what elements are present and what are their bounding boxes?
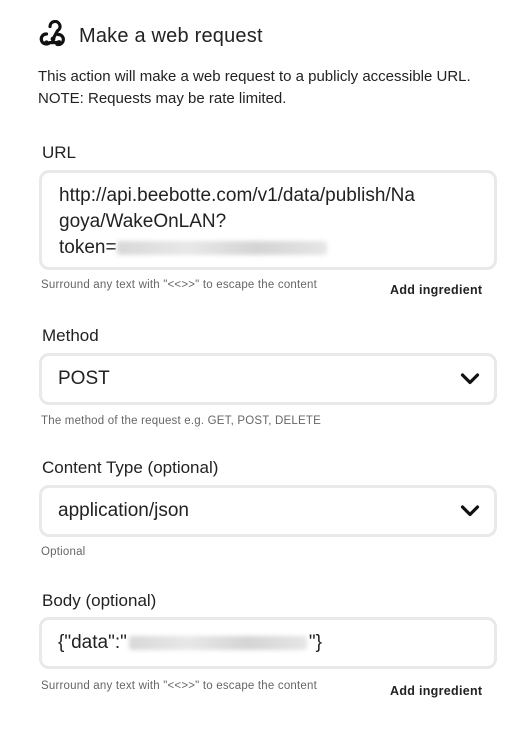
body-helper-text: Surround any text with "<<>>" to escape … — [41, 680, 318, 692]
url-add-ingredient-button[interactable]: Add ingredient — [390, 283, 482, 297]
action-description: This action will make a web request to a… — [38, 66, 508, 110]
content-type-helper-text: Optional — [41, 546, 86, 558]
url-value-line-1: http://api.beebotte.com/v1/data/publish/… — [59, 185, 415, 206]
method-helper-text: The method of the request e.g. GET, POST… — [41, 415, 321, 427]
body-value-suffix: "} — [308, 632, 322, 653]
url-value-line-3: token= — [59, 235, 478, 261]
method-select[interactable]: POST — [39, 353, 497, 405]
redacted-token — [116, 240, 327, 255]
body-input[interactable]: {"data":" "} — [39, 617, 497, 669]
url-token-prefix: token= — [59, 237, 117, 258]
chevron-down-icon — [460, 373, 480, 385]
body-label: Body (optional) — [42, 591, 157, 610]
content-type-selected-value: application/json — [58, 500, 189, 521]
url-input[interactable]: http://api.beebotte.com/v1/data/publish/… — [39, 170, 497, 270]
chevron-down-icon — [460, 505, 480, 517]
body-value-prefix: {"data":" — [58, 632, 127, 653]
url-label: URL — [42, 143, 77, 162]
url-helper-text: Surround any text with "<<>>" to escape … — [41, 279, 318, 291]
webhooks-icon — [39, 20, 65, 47]
method-label: Method — [42, 326, 99, 345]
method-selected-value: POST — [58, 368, 110, 389]
redacted-mac-address — [128, 636, 307, 650]
body-add-ingredient-button[interactable]: Add ingredient — [390, 684, 482, 698]
description-line-2: NOTE: Requests may be rate limited. — [38, 90, 287, 107]
url-value-line-2: goya/WakeOnLAN? — [59, 211, 227, 232]
page-header: Make a web request — [37, 20, 263, 52]
page-title: Make a web request — [79, 24, 263, 47]
content-type-select[interactable]: application/json — [39, 485, 497, 537]
description-line-1: This action will make a web request to a… — [38, 68, 471, 85]
content-type-label: Content Type (optional) — [42, 458, 219, 477]
